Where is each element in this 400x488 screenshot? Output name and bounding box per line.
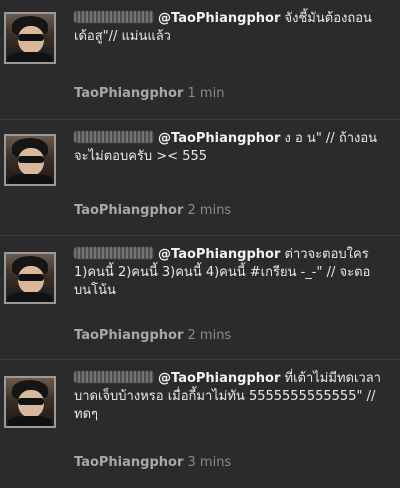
timestamp[interactable]: 3 mins — [188, 455, 232, 470]
tweet-item[interactable]: @TaoPhiangphor ต่าวจะตอบใคร 1)คนนี้ 2)คน… — [0, 236, 400, 360]
redacted-username — [74, 131, 154, 143]
avatar[interactable] — [4, 376, 56, 428]
tweet-item[interactable]: @TaoPhiangphor จังชี้มันต้องถอนเด้อสู"//… — [0, 0, 400, 120]
author-name[interactable]: TaoPhiangphor — [74, 455, 183, 470]
mention-link[interactable]: @TaoPhiangphor — [158, 11, 280, 26]
tweet-item[interactable]: @TaoPhiangphor ที่เต้าไม่มีทดเวลาบาดเจ็บ… — [0, 360, 400, 488]
tweet-feed: @TaoPhiangphor จังชี้มันต้องถอนเด้อสู"//… — [0, 0, 400, 488]
avatar[interactable] — [4, 252, 56, 304]
timestamp[interactable]: 2 mins — [188, 203, 232, 218]
timestamp[interactable]: 2 mins — [188, 328, 232, 343]
author-name[interactable]: TaoPhiangphor — [74, 86, 183, 101]
avatar[interactable] — [4, 12, 56, 64]
tweet-meta: TaoPhiangphor 2 mins — [74, 203, 231, 218]
author-name[interactable]: TaoPhiangphor — [74, 203, 183, 218]
tweet-text: @TaoPhiangphor ที่เต้าไม่มีทดเวลาบาดเจ็บ… — [74, 370, 384, 424]
avatar[interactable] — [4, 134, 56, 186]
tweet-text: @TaoPhiangphor ง อ น" // ถ้างอนจะไม่ตอบค… — [74, 130, 384, 166]
tweet-body: @TaoPhiangphor ที่เต้าไม่มีทดเวลาบาดเจ็บ… — [74, 370, 384, 424]
tweet-text: @TaoPhiangphor จังชี้มันต้องถอนเด้อสู"//… — [74, 10, 384, 46]
tweet-meta: TaoPhiangphor 2 mins — [74, 328, 231, 343]
mention-link[interactable]: @TaoPhiangphor — [158, 371, 280, 386]
tweet-body: @TaoPhiangphor จังชี้มันต้องถอนเด้อสู"//… — [74, 10, 384, 46]
timestamp[interactable]: 1 min — [188, 86, 225, 101]
mention-link[interactable]: @TaoPhiangphor — [158, 131, 280, 146]
redacted-username — [74, 247, 154, 259]
redacted-username — [74, 11, 154, 23]
tweet-text: @TaoPhiangphor ต่าวจะตอบใคร 1)คนนี้ 2)คน… — [74, 246, 384, 300]
tweet-body: @TaoPhiangphor ง อ น" // ถ้างอนจะไม่ตอบค… — [74, 130, 384, 166]
tweet-meta: TaoPhiangphor 3 mins — [74, 455, 231, 470]
tweet-body: @TaoPhiangphor ต่าวจะตอบใคร 1)คนนี้ 2)คน… — [74, 246, 384, 300]
tweet-meta: TaoPhiangphor 1 min — [74, 86, 224, 101]
author-name[interactable]: TaoPhiangphor — [74, 328, 183, 343]
redacted-username — [74, 371, 154, 383]
mention-link[interactable]: @TaoPhiangphor — [158, 247, 280, 262]
tweet-item[interactable]: @TaoPhiangphor ง อ น" // ถ้างอนจะไม่ตอบค… — [0, 120, 400, 236]
